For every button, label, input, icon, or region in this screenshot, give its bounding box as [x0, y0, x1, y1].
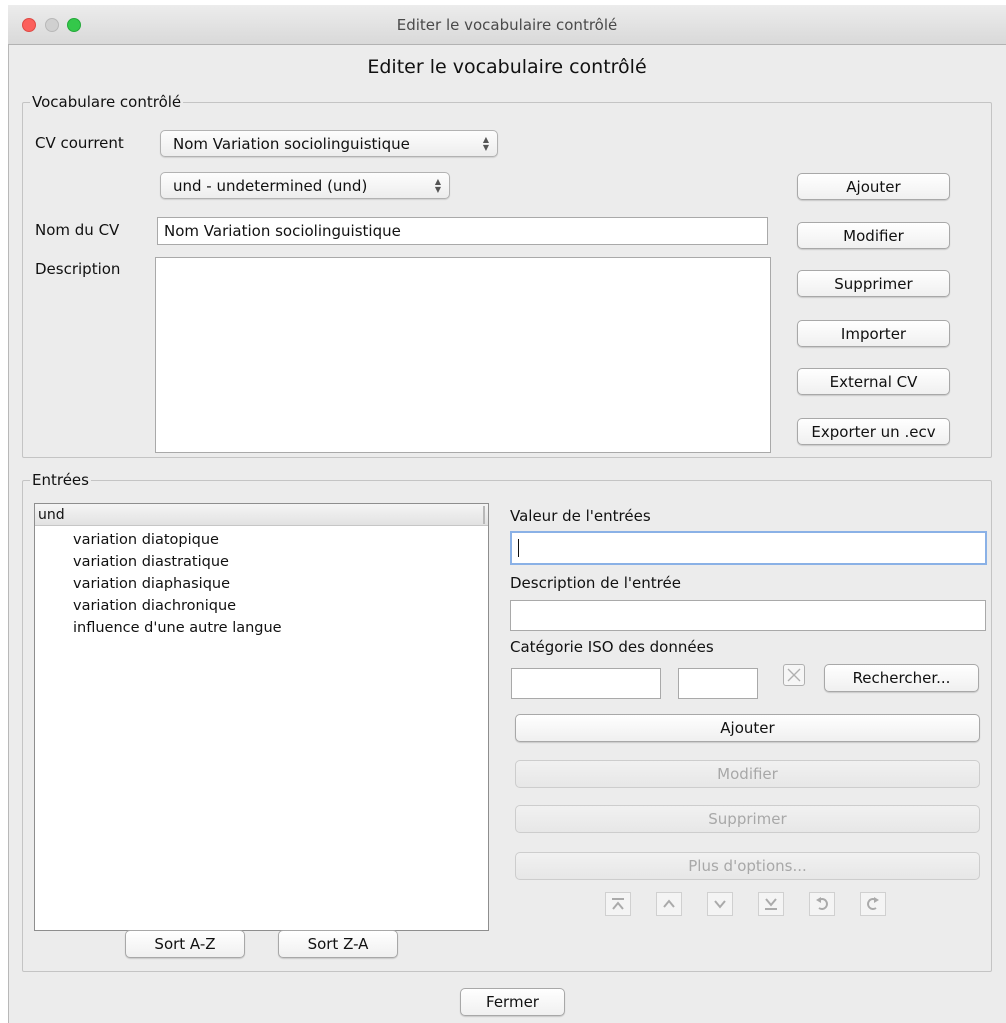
entry-value-label: Valeur de l'entrées — [510, 507, 651, 525]
description-label: Description — [35, 260, 121, 278]
delete-cv-button[interactable]: Supprimer — [797, 270, 950, 297]
language-value: und - undetermined (und) — [173, 176, 368, 195]
list-item[interactable]: variation diachronique — [73, 595, 488, 617]
move-down-icon[interactable] — [707, 892, 733, 916]
add-cv-button[interactable]: Ajouter — [797, 173, 950, 200]
current-cv-select[interactable]: Nom Variation sociolinguistique ▲ ▼ — [160, 130, 498, 157]
select-arrows-icon: ▲ ▼ — [482, 134, 489, 152]
modify-entry-button[interactable]: Modifier — [515, 760, 980, 788]
export-ecv-button[interactable]: Exporter un .ecv — [797, 418, 950, 445]
cv-group-legend: Vocabulare contrôlé — [30, 93, 184, 111]
list-item[interactable]: variation diaphasique — [73, 573, 488, 595]
delete-entry-button[interactable]: Supprimer — [515, 805, 980, 833]
list-item[interactable]: variation diastratique — [73, 551, 488, 573]
external-cv-button[interactable]: External CV — [797, 368, 950, 395]
column-divider[interactable] — [483, 506, 485, 524]
entry-value-input[interactable] — [510, 531, 987, 565]
more-options-button[interactable]: Plus d'options... — [515, 852, 980, 880]
move-toolbar — [605, 892, 895, 918]
sort-az-button[interactable]: Sort A-Z — [125, 930, 245, 958]
iso-category-label: Catégorie ISO des données — [510, 638, 714, 656]
cv-description-textarea[interactable] — [155, 257, 771, 453]
window-title: Editer le vocabulaire contrôlé — [396, 16, 618, 34]
undo-icon[interactable] — [809, 892, 835, 916]
import-cv-button[interactable]: Importer — [797, 320, 950, 347]
iso-category-field-1[interactable] — [511, 668, 661, 699]
redo-icon[interactable] — [860, 892, 886, 916]
text-cursor — [518, 539, 519, 557]
entry-description-input[interactable] — [510, 600, 986, 631]
clear-iso-icon[interactable] — [783, 664, 805, 686]
move-top-icon[interactable] — [605, 892, 631, 916]
entries-group-legend: Entrées — [30, 471, 91, 489]
cv-name-field[interactable]: Nom Variation sociolinguistique — [157, 217, 768, 245]
modify-cv-button[interactable]: Modifier — [797, 222, 950, 249]
dialog-title: Editer le vocabulaire contrôlé — [367, 56, 647, 78]
list-item[interactable]: influence d'une autre langue — [73, 617, 488, 639]
entries-items: variation diatopique variation diastrati… — [35, 526, 488, 639]
sort-za-button[interactable]: Sort Z-A — [278, 930, 398, 958]
iso-category-field-2[interactable] — [678, 668, 758, 699]
search-iso-button[interactable]: Rechercher... — [824, 664, 979, 692]
move-bottom-icon[interactable] — [758, 892, 784, 916]
entry-description-label: Description de l'entrée — [510, 574, 681, 592]
select-arrows-icon: ▲ ▼ — [434, 176, 441, 194]
list-item[interactable]: variation diatopique — [73, 529, 488, 551]
move-up-icon[interactable] — [656, 892, 682, 916]
list-header[interactable]: und — [35, 504, 488, 526]
language-select[interactable]: und - undetermined (und) ▲ ▼ — [160, 172, 450, 199]
cv-name-label: Nom du CV — [35, 221, 120, 239]
current-cv-label: CV courrent — [35, 134, 124, 152]
close-dialog-button[interactable]: Fermer — [460, 988, 565, 1016]
entries-list[interactable]: und variation diatopique variation diast… — [34, 503, 489, 931]
add-entry-button[interactable]: Ajouter — [515, 714, 980, 742]
clear-x-icon — [787, 668, 801, 682]
list-header-label: und — [38, 506, 65, 523]
current-cv-value: Nom Variation sociolinguistique — [173, 134, 410, 153]
